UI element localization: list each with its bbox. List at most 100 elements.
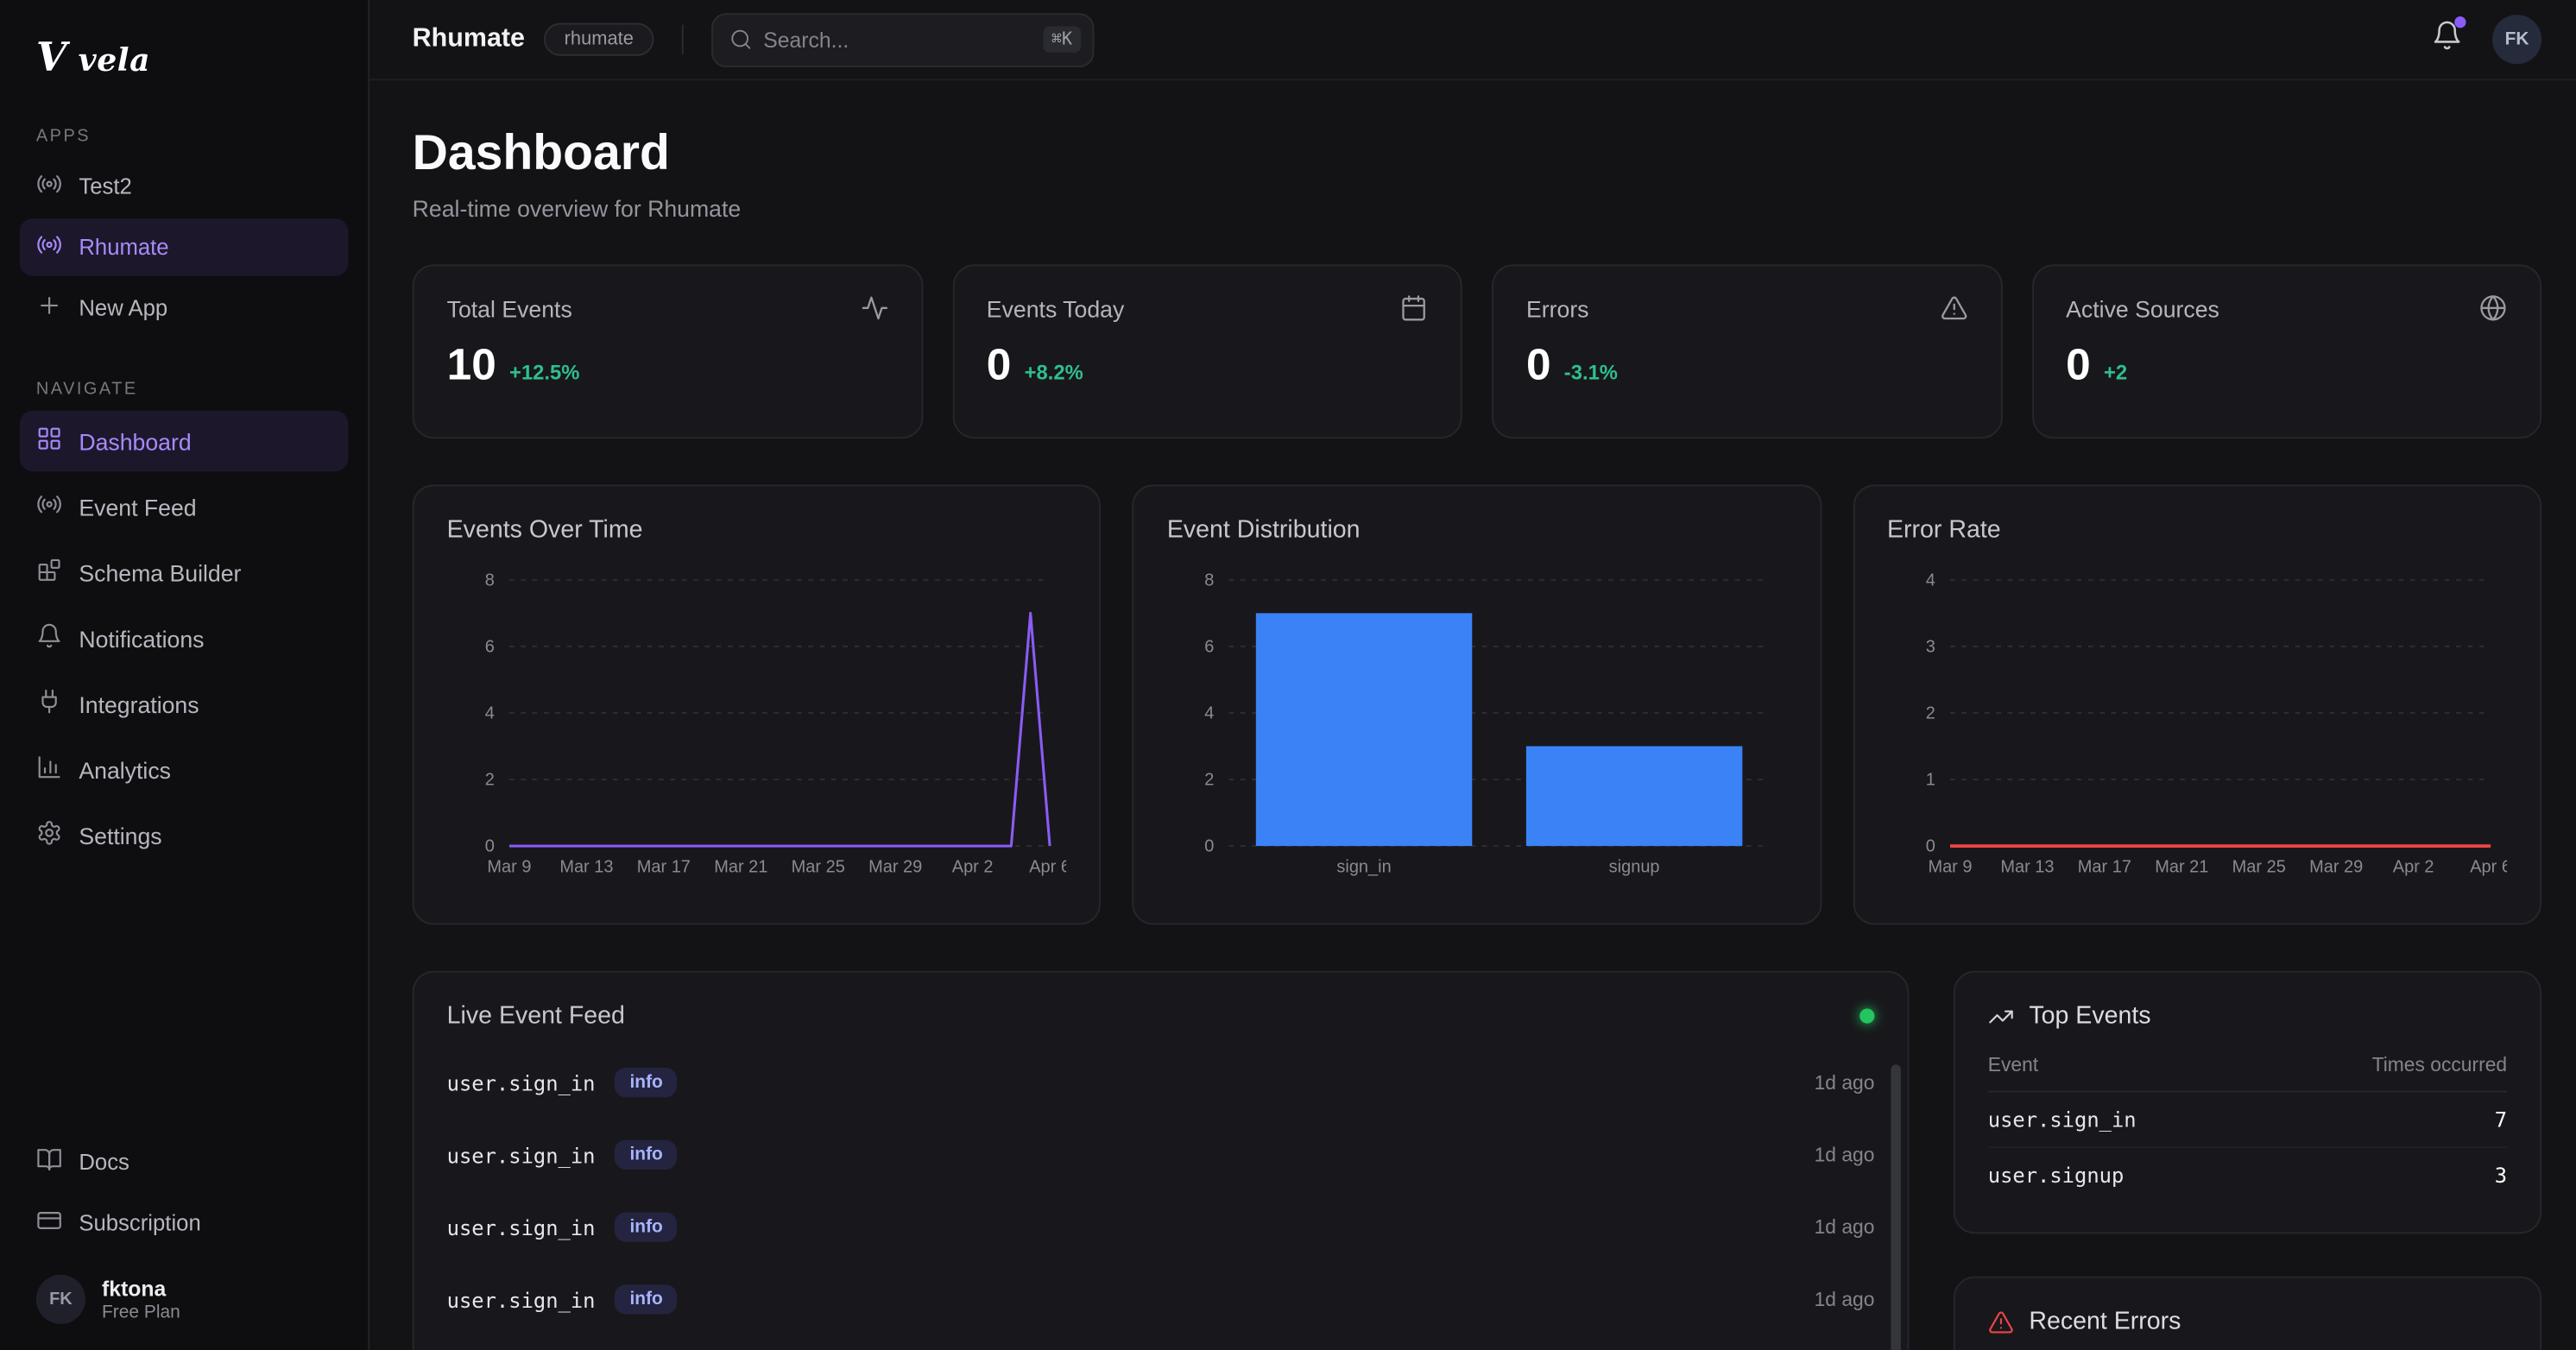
event-name: user.sign_in: [1988, 1107, 2137, 1132]
event-time: 1d ago: [1815, 1288, 1875, 1311]
feed-row[interactable]: user.sign_in info 1d ago: [447, 1263, 1875, 1335]
sidebar-item-label: Settings: [79, 823, 161, 848]
chart-card-events-over-time: Events Over Time 02468Mar 9Mar 13Mar 17M…: [413, 484, 1102, 924]
feed-list: user.sign_in info 1d ago user.sign_in in…: [447, 1046, 1875, 1335]
svg-text:4: 4: [1925, 571, 1935, 590]
svg-text:Mar 29: Mar 29: [2308, 858, 2362, 877]
sidebar-item-subscription[interactable]: Subscription: [20, 1195, 349, 1252]
sidebar-item-label: Subscription: [79, 1211, 200, 1236]
search-input[interactable]: [763, 27, 1032, 52]
bell-icon: [36, 622, 62, 653]
event-name: user.sign_in: [447, 1143, 596, 1168]
event-count: 7: [2495, 1107, 2507, 1132]
sidebar-user[interactable]: FK fktona Free Plan: [20, 1255, 349, 1328]
feed-title: Live Event Feed: [447, 1002, 625, 1030]
sidebar-item-test2[interactable]: Test2: [20, 158, 349, 216]
svg-text:Mar 21: Mar 21: [714, 858, 767, 877]
search-shortcut-kbd: ⌘K: [1043, 26, 1080, 52]
stat-card-active-sources: Active Sources 0 +2: [2031, 264, 2541, 438]
level-badge: info: [615, 1068, 678, 1097]
svg-text:signup: signup: [1609, 858, 1660, 877]
svg-text:3: 3: [1925, 638, 1935, 657]
svg-text:8: 8: [1205, 571, 1215, 590]
sidebar-footer: Docs Subscription FK fktona Free Plan: [20, 1133, 349, 1328]
level-badge: info: [615, 1140, 678, 1170]
stat-value: 10: [447, 340, 496, 391]
sidebar-item-new-app[interactable]: New App: [20, 280, 349, 338]
feed-row[interactable]: user.sign_in info 1d ago: [447, 1119, 1875, 1191]
svg-text:Apr 2: Apr 2: [2392, 858, 2434, 877]
stat-card-errors: Errors 0 -3.1%: [1492, 264, 2002, 438]
stat-cards-row: Total Events 10 +12.5% Events Today 0: [413, 264, 2541, 438]
stat-label: Total Events: [447, 295, 572, 321]
brand-logo[interactable]: V vela: [20, 29, 349, 117]
error-rate-chart: 01234Mar 9Mar 13Mar 17Mar 21Mar 25Mar 29…: [1887, 557, 2507, 888]
svg-text:Mar 21: Mar 21: [2155, 858, 2208, 877]
page-subtitle: Real-time overview for Rhumate: [413, 195, 2541, 221]
page-content: Dashboard Real-time overview for Rhumate…: [369, 80, 2576, 1350]
sidebar-item-analytics[interactable]: Analytics: [20, 739, 349, 799]
sidebar-item-label: Docs: [79, 1150, 129, 1175]
topbar-app-name: Rhumate: [413, 25, 525, 54]
live-event-feed-card: Live Event Feed user.sign_in info 1d ago…: [413, 971, 1910, 1350]
svg-text:8: 8: [485, 571, 495, 590]
plug-icon: [36, 688, 62, 719]
user-plan: Free Plan: [102, 1303, 180, 1322]
sidebar-item-label: Event Feed: [79, 494, 196, 520]
sidebar-item-label: Rhumate: [79, 235, 168, 260]
feed-row[interactable]: user.sign_in info 1d ago: [447, 1046, 1875, 1119]
event-name: user.sign_in: [447, 1214, 596, 1240]
sidebar-item-docs[interactable]: Docs: [20, 1133, 349, 1191]
app-root: V vela APPS Test2 Rhumate New App NAVIGA…: [0, 0, 2576, 1350]
sidebar-item-notifications[interactable]: Notifications: [20, 608, 349, 668]
column-header-event: Event: [1988, 1053, 2038, 1076]
credit-card-icon: [36, 1208, 62, 1239]
event-name: user.sign_in: [447, 1070, 596, 1095]
level-badge: info: [615, 1284, 678, 1314]
sidebar-item-settings[interactable]: Settings: [20, 805, 349, 866]
notifications-button[interactable]: [2432, 20, 2463, 60]
radio-icon: [36, 171, 62, 202]
sidebar-item-integrations[interactable]: Integrations: [20, 673, 349, 734]
events-over-time-chart: 02468Mar 9Mar 13Mar 17Mar 21Mar 25Mar 29…: [447, 557, 1067, 888]
chart-card-error-rate: Error Rate 01234Mar 9Mar 13Mar 17Mar 21M…: [1853, 484, 2541, 924]
sidebar-item-schema-builder[interactable]: Schema Builder: [20, 542, 349, 602]
event-distribution-chart: 02468sign_insignup: [1167, 557, 1787, 888]
radio-icon: [36, 491, 62, 522]
trending-up-icon: [1988, 1003, 2014, 1029]
svg-text:6: 6: [485, 638, 495, 657]
right-column: Top Events Event Times occurred user.sig…: [1954, 971, 2541, 1350]
user-name: fktona: [102, 1276, 180, 1303]
feed-row[interactable]: user.sign_in info 1d ago: [447, 1191, 1875, 1264]
table-row: user.signup 3: [1988, 1146, 2507, 1202]
radio-icon: [36, 231, 62, 262]
sidebar-item-rhumate[interactable]: Rhumate: [20, 218, 349, 276]
event-count: 3: [2495, 1163, 2507, 1188]
top-events-card: Top Events Event Times occurred user.sig…: [1954, 971, 2541, 1233]
sidebar: V vela APPS Test2 Rhumate New App NAVIGA…: [0, 0, 369, 1350]
stat-label: Active Sources: [2066, 295, 2219, 321]
calendar-icon: [1399, 294, 1427, 322]
chart-title: Error Rate: [1887, 516, 2507, 544]
chart-card-event-distribution: Event Distribution 02468sign_insignup: [1133, 484, 1822, 924]
sidebar-item-event-feed[interactable]: Event Feed: [20, 476, 349, 537]
search-icon: [729, 28, 752, 51]
svg-text:Mar 13: Mar 13: [2000, 858, 2054, 877]
search-box[interactable]: ⌘K: [710, 12, 1093, 66]
main-area: Rhumate rhumate ⌘K FK Dashboard Real-tim…: [369, 0, 2576, 1350]
svg-text:0: 0: [485, 837, 495, 856]
sidebar-item-dashboard[interactable]: Dashboard: [20, 411, 349, 471]
sidebar-item-label: Integrations: [79, 691, 199, 716]
svg-text:sign_in: sign_in: [1337, 858, 1392, 877]
svg-text:Mar 13: Mar 13: [559, 858, 613, 877]
stat-value: 0: [987, 340, 1012, 391]
alert-triangle-icon: [1940, 294, 1967, 322]
svg-text:2: 2: [1925, 704, 1935, 723]
user-avatar-button[interactable]: FK: [2492, 15, 2541, 64]
svg-text:Mar 17: Mar 17: [2077, 858, 2131, 877]
event-name: user.sign_in: [447, 1287, 596, 1312]
chart-title: Events Over Time: [447, 516, 1067, 544]
stat-value: 0: [1526, 340, 1551, 391]
alert-triangle-icon: [1988, 1309, 2014, 1334]
scrollbar[interactable]: [1891, 1064, 1900, 1350]
